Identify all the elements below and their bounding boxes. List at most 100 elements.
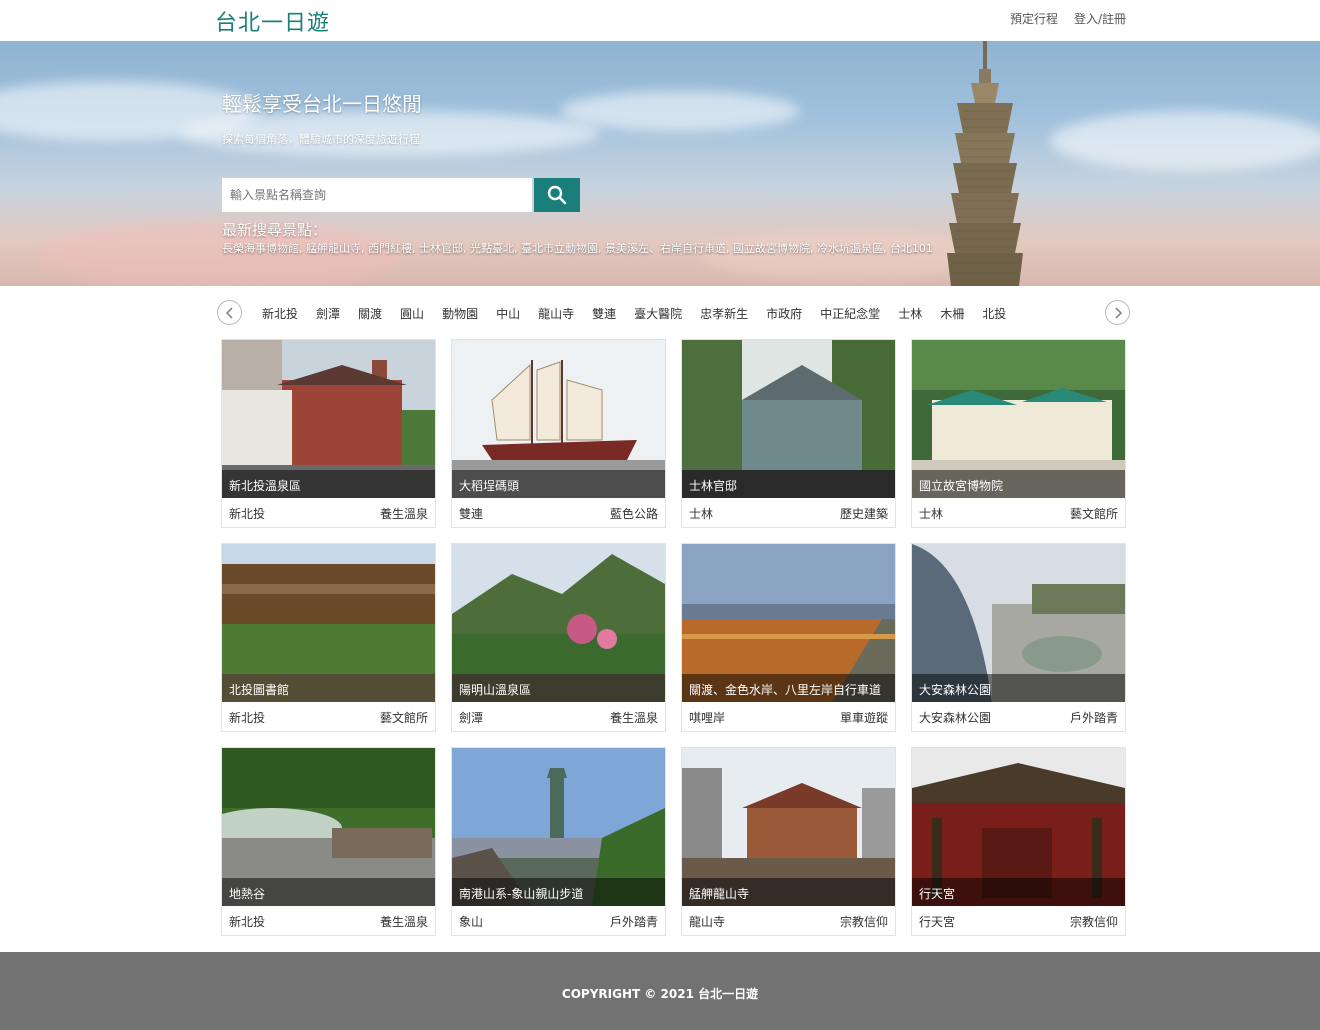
attraction-image[interactable]: 地熱谷: [222, 748, 435, 906]
attraction-card[interactable]: 南港山系-象山親山步道象山 戶外踏青: [451, 747, 666, 936]
attraction-image[interactable]: 南港山系-象山親山步道: [452, 748, 665, 906]
attraction-image[interactable]: 大稻埕碼頭: [452, 340, 665, 498]
brand-logo[interactable]: 台北一日遊: [215, 5, 330, 37]
chevron-left-icon: [225, 306, 233, 319]
attraction-category: 藍色公路: [609, 507, 658, 521]
attraction-mrt: 雙連: [459, 507, 484, 521]
category-list: 新北投 劍潭 關渡 圓山 動物園 中山 龍山寺 雙連 臺大醫院 忠孝新生 市政府 中正紀念堂 士林 木柵 北…: [262, 305, 1024, 322]
scroll-left-button[interactable]: [217, 300, 242, 325]
category-item[interactable]: 士林: [898, 305, 922, 322]
nav-login-link[interactable]: 登入/註冊: [1074, 10, 1126, 27]
attraction-meta: 龍山寺 宗教信仰: [682, 906, 895, 935]
attraction-meta: 大安森林公園 戶外踏青: [912, 702, 1125, 731]
attraction-card[interactable]: 新北投溫泉區新北投 養生溫泉: [221, 339, 436, 528]
attraction-mrt: 行天宮: [919, 915, 956, 929]
attraction-image[interactable]: 行天宮: [912, 748, 1125, 906]
search-input[interactable]: [222, 178, 532, 212]
attraction-card[interactable]: 大安森林公園 大安森林公園 戶外踏青: [911, 543, 1126, 732]
attraction-meta: 劍潭 養生溫泉: [452, 702, 665, 731]
attraction-name: 大稻埕碼頭: [452, 470, 665, 498]
attraction-name: 艋舺龍山寺: [682, 878, 895, 906]
category-item[interactable]: 關渡: [358, 305, 382, 322]
attraction-mrt: 士林: [919, 507, 944, 521]
attraction-card[interactable]: 士林官邸士林 歷史建築: [681, 339, 896, 528]
attraction-meta: 新北投 藝文館所: [222, 702, 435, 731]
category-item[interactable]: 忠孝新生: [700, 305, 748, 322]
attraction-image[interactable]: 關渡、金色水岸、八里左岸自行車道: [682, 544, 895, 702]
attraction-image[interactable]: 國立故宮博物院: [912, 340, 1125, 498]
attraction-image[interactable]: 北投圖書館: [222, 544, 435, 702]
category-item[interactable]: 木柵: [940, 305, 964, 322]
attraction-mrt: 士林: [689, 507, 714, 521]
attraction-meta: 行天宮 宗教信仰: [912, 906, 1125, 935]
category-item[interactable]: 新北投: [262, 305, 298, 322]
category-item[interactable]: 中正紀念堂: [820, 305, 880, 322]
attraction-name: 大安森林公園: [912, 674, 1125, 702]
attraction-image[interactable]: 陽明山溫泉區: [452, 544, 665, 702]
attraction-meta: 唭哩岸 單車遊蹤: [682, 702, 895, 731]
hero-banner: 輕鬆享受台北一日悠閒 探索每個角落，體驗城市的深度旅遊行程 最新搜尋景點： 長榮…: [0, 41, 1320, 286]
attraction-name: 陽明山溫泉區: [452, 674, 665, 702]
attraction-meta: 新北投 養生溫泉: [222, 498, 435, 527]
attraction-meta: 雙連 藍色公路: [452, 498, 665, 527]
attraction-image[interactable]: 艋舺龍山寺: [682, 748, 895, 906]
category-item[interactable]: 龍山寺: [538, 305, 574, 322]
attraction-card[interactable]: 大稻埕碼頭雙連 藍色公路: [451, 339, 666, 528]
attraction-image[interactable]: 新北投溫泉區: [222, 340, 435, 498]
attraction-category: 養生溫泉: [379, 507, 428, 521]
attraction-mrt: 龍山寺: [689, 915, 726, 929]
category-item[interactable]: 北投: [982, 305, 1006, 322]
cloud-decoration: [1050, 111, 1320, 171]
attraction-card[interactable]: 地熱谷新北投 養生溫泉: [221, 747, 436, 936]
attraction-name: 關渡、金色水岸、八里左岸自行車道: [682, 674, 895, 702]
copyright-text: COPYRIGHT © 2021 台北一日遊: [561, 987, 759, 1001]
attraction-name: 行天宮: [912, 878, 1125, 906]
footer: COPYRIGHT © 2021 台北一日遊: [0, 952, 1320, 1030]
attraction-category: 戶外踏青: [609, 915, 658, 929]
attraction-image[interactable]: 大安森林公園: [912, 544, 1125, 702]
attraction-image[interactable]: 士林官邸: [682, 340, 895, 498]
category-strip: 新北投 劍潭 關渡 圓山 動物園 中山 龍山寺 雙連 臺大醫院 忠孝新生 市政府 中正紀念堂 士林 木柵 北…: [217, 300, 1130, 326]
category-item[interactable]: 市政府: [766, 305, 802, 322]
recent-search-title: 最新搜尋景點：: [222, 221, 328, 239]
attraction-card[interactable]: 行天宮 行天宮 宗教信仰: [911, 747, 1126, 936]
scroll-right-button[interactable]: [1105, 300, 1130, 325]
nav-booking-link[interactable]: 預定行程: [1010, 10, 1058, 27]
attraction-category: 戶外踏青: [1069, 711, 1118, 725]
attraction-mrt: 新北投: [229, 507, 266, 521]
attraction-card[interactable]: 陽明山溫泉區劍潭 養生溫泉: [451, 543, 666, 732]
attraction-name: 地熱谷: [222, 878, 435, 906]
category-item[interactable]: 圓山: [400, 305, 424, 322]
hero-subtitle: 探索每個角落，體驗城市的深度旅遊行程: [222, 133, 420, 146]
attraction-mrt: 劍潭: [459, 711, 484, 725]
attraction-name: 士林官邸: [682, 470, 895, 498]
search-icon: [547, 185, 567, 205]
attraction-card[interactable]: 艋舺龍山寺 龍山寺 宗教信仰: [681, 747, 896, 936]
attraction-category: 養生溫泉: [609, 711, 658, 725]
taipei-101-tower-image: [947, 41, 1023, 286]
attraction-mrt: 唭哩岸: [689, 711, 726, 725]
category-item[interactable]: 雙連: [592, 305, 616, 322]
attraction-meta: 象山 戶外踏青: [452, 906, 665, 935]
attraction-category: 歷史建築: [839, 507, 888, 521]
attraction-meta: 士林 歷史建築: [682, 498, 895, 527]
category-item[interactable]: 中山: [496, 305, 520, 322]
recent-search-list: 長榮海事博物館, 艋舺龍山寺, 西門紅樓, 士林官邸, 光點臺北, 臺北市立動物…: [222, 242, 933, 255]
attraction-card[interactable]: 關渡、金色水岸、八里左岸自行車道 唭哩岸 單車遊蹤: [681, 543, 896, 732]
attraction-mrt: 新北投: [229, 915, 266, 929]
category-item[interactable]: 臺大醫院: [634, 305, 682, 322]
attraction-mrt: 象山: [459, 915, 484, 929]
category-item[interactable]: 動物園: [442, 305, 478, 322]
chevron-right-icon: [1114, 306, 1122, 319]
category-item[interactable]: 劍潭: [316, 305, 340, 322]
attraction-category: 養生溫泉: [379, 915, 428, 929]
search-button[interactable]: [534, 178, 580, 212]
attraction-card[interactable]: 北投圖書館新北投 藝文館所: [221, 543, 436, 732]
attraction-mrt: 大安森林公園: [919, 711, 992, 725]
attraction-category: 藝文館所: [1069, 507, 1118, 521]
attraction-card[interactable]: 國立故宮博物院士林 藝文館所: [911, 339, 1126, 528]
attraction-name: 北投圖書館: [222, 674, 435, 702]
attraction-category: 藝文館所: [379, 711, 428, 725]
attraction-mrt: 新北投: [229, 711, 266, 725]
nav-links: 預定行程 登入/註冊: [1010, 10, 1126, 27]
